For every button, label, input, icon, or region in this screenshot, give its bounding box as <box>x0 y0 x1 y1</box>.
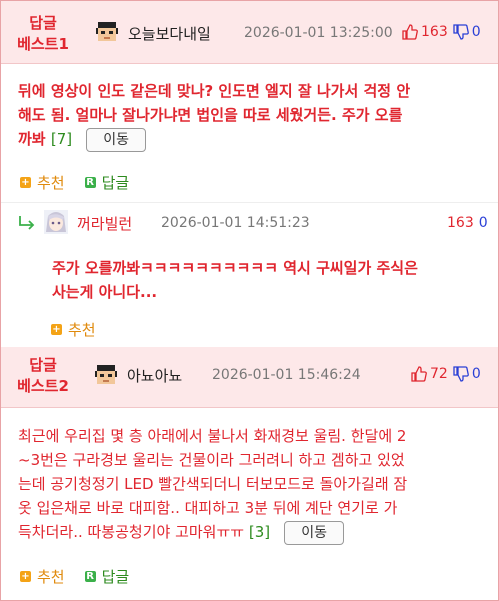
best-badge-line2: 베스트1 <box>17 35 69 53</box>
reply-datetime: 2026-01-01 14:51:23 <box>161 215 310 231</box>
comment-text-line: 해도 됨. 얼마나 잘나가냐면 법인을 따로 세웠거든. 주가 오를 <box>18 106 403 124</box>
comment-text-tail: 까봐 <box>18 130 46 148</box>
reply-vote-box: 163 0 <box>447 215 488 231</box>
reply-arrow-icon <box>19 216 35 230</box>
downvote-count: 0 <box>471 24 481 40</box>
best-comment-header: 답글 베스트1 오늘보다내일 2026-01-01 13:25:00 163 0 <box>1 1 498 64</box>
r-square-icon: R <box>84 571 96 582</box>
best-comment-header: 답글 베스트2 아뇨아뇨 2026-01-01 15:46:24 72 0 <box>1 347 498 408</box>
plus-square-icon: + <box>20 177 31 188</box>
upvote-count: 72 <box>430 366 448 382</box>
recommend-label: 추천 <box>37 174 65 192</box>
recommend-button[interactable]: + 추천 <box>20 172 65 193</box>
divider <box>1 202 498 203</box>
plus-square-icon: + <box>51 324 62 335</box>
reply-button[interactable]: R 답글 <box>84 172 130 193</box>
comment-datetime: 2026-01-01 15:46:24 <box>212 367 361 383</box>
recommend-button[interactable]: + 추천 <box>20 566 65 587</box>
comment-text-line: 는데 공기청정기 LED 빨간색되더니 터보모드로 돌아가길래 잠 <box>18 475 408 493</box>
reply-button[interactable]: R 답글 <box>84 566 130 587</box>
comment-actions: + 추천 R 답글 <box>20 566 149 587</box>
reply-upvote-count[interactable]: 163 <box>447 215 474 231</box>
comment-text-line: ~3번은 구라경보 울리는 건물이라 그러려니 하고 겜하고 있었 <box>18 451 405 469</box>
upvote-count: 163 <box>421 24 448 40</box>
reply-actions: + 추천 <box>51 319 116 340</box>
r-square-icon: R <box>84 177 96 188</box>
pixel-avatar-icon[interactable] <box>94 363 118 387</box>
comment-body: 뒤에 영상이 인도 같은데 맞나? 인도면 엘지 잘 나가서 걱정 안 해도 됨… <box>18 79 488 152</box>
comment-actions: + 추천 R 답글 <box>20 172 149 193</box>
reply-downvote-count[interactable]: 0 <box>479 215 488 231</box>
best-badge: 답글 베스트1 <box>1 13 85 55</box>
reply-text-line: 사는게 아니다... <box>52 283 158 301</box>
reply-label: 답글 <box>101 568 130 586</box>
comment-text-line: 득차더라.. 따봉공청기야 고마워ㅠㅠ [3] 이동 <box>18 520 488 545</box>
thumbs-up-icon[interactable] <box>402 24 418 40</box>
reply-recommend-button[interactable]: + 추천 <box>51 319 96 340</box>
move-button[interactable]: 이동 <box>86 127 147 152</box>
anime-avatar-icon[interactable] <box>44 210 68 234</box>
reply-count: [3] <box>248 523 271 541</box>
author-nickname[interactable]: 아뇨아뇨 <box>127 365 182 386</box>
thumbs-down-icon[interactable] <box>453 366 469 382</box>
reply-author-nickname[interactable]: 꺼라빌런 <box>77 213 132 234</box>
plus-square-icon: + <box>20 571 31 582</box>
comment-text-line: 뒤에 영상이 인도 같은데 맞나? 인도면 엘지 잘 나가서 걱정 안 <box>18 82 411 100</box>
move-button[interactable]: 이동 <box>284 520 345 545</box>
best-badge: 답글 베스트2 <box>1 355 85 397</box>
vote-box: 72 0 <box>411 366 481 382</box>
recommend-label: 추천 <box>68 321 96 339</box>
comment-text-line: 까봐 [7] 이동 <box>18 127 488 152</box>
best-badge-line2: 베스트2 <box>17 377 69 395</box>
recommend-label: 추천 <box>37 568 65 586</box>
thumbs-down-icon[interactable] <box>453 24 469 40</box>
reply-count: [7] <box>50 130 73 148</box>
downvote-count: 0 <box>471 366 481 382</box>
pixel-avatar-icon[interactable] <box>95 20 119 44</box>
thumbs-up-icon[interactable] <box>411 366 427 382</box>
reply-body: 주가 오를까봐ㅋㅋㅋㅋㅋㅋㅋㅋㅋㅋ 역시 구씨일가 주식은 사는게 아니다... <box>52 256 492 304</box>
comment-text-line: 옷 입은채로 바로 대피함.. 대피하고 3분 뒤에 계단 연기로 가 <box>18 499 398 517</box>
comment-text-tail: 득차더라.. 따봉공청기야 고마워ㅠㅠ <box>18 523 245 541</box>
comment-body: 최근에 우리집 몇 층 아래에서 불나서 화재경보 울림. 한달에 2 ~3번은… <box>18 424 488 545</box>
comment-datetime: 2026-01-01 13:25:00 <box>244 25 393 41</box>
reply-label: 답글 <box>101 174 130 192</box>
reply-text-line: 주가 오를까봐ㅋㅋㅋㅋㅋㅋㅋㅋㅋㅋ 역시 구씨일가 주식은 <box>52 259 418 277</box>
best-badge-line1: 답글 <box>29 356 57 374</box>
author-nickname[interactable]: 오늘보다내일 <box>128 23 211 44</box>
reply-comment: 꺼라빌런 2026-01-01 14:51:23 163 0 주가 오를까봐ㅋㅋ… <box>1 206 498 344</box>
vote-box: 163 0 <box>402 24 481 40</box>
comment-text-line: 최근에 우리집 몇 층 아래에서 불나서 화재경보 울림. 한달에 2 <box>18 427 407 445</box>
best-badge-line1: 답글 <box>29 14 57 32</box>
